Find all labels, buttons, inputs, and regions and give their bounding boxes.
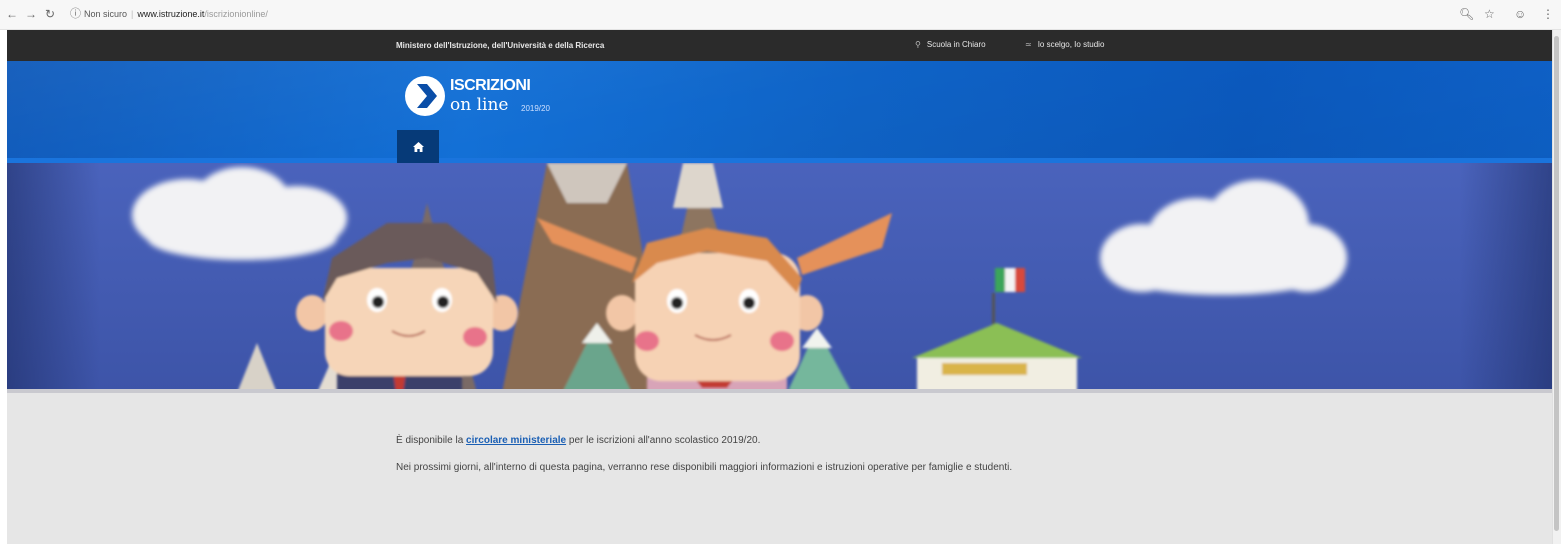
home-button[interactable] [397,130,439,163]
logo-arrow-icon[interactable] [405,76,445,116]
map-pin-icon: ⚲ [915,40,921,49]
profile-icon[interactable]: ☺ [1514,7,1526,21]
scuola-in-chiaro-link[interactable]: ⚲ Scuola in Chiaro [915,39,986,51]
header-texture [7,61,1552,163]
site-header [7,61,1552,163]
ministry-bar: Ministero dell'Istruzione, dell'Universi… [7,30,1552,61]
forward-arrow-icon[interactable]: → [25,7,37,21]
star-icon[interactable]: ☆ [1484,7,1495,21]
io-scelgo-label: Io scelgo, Io studio [1037,40,1105,49]
io-scelgo-link[interactable]: ≃ Io scelgo, Io studio [1025,39,1104,51]
hero-illustration [7,163,1552,393]
announcement-text-start: È disponibile la [396,435,464,446]
info-paragraph: Nei prossimi giorni, all'interno di ques… [396,462,1013,473]
security-label: Non sicuro [84,9,128,19]
page: Ministero dell'Istruzione, dell'Universi… [7,30,1552,544]
address-bar[interactable]: Non sicuro | www.istruzione.it/iscrizionio… [84,8,268,20]
scrollbar-thumb[interactable] [1554,36,1559,531]
scuola-in-chiaro-label: Scuola in Chiaro [926,40,986,49]
logo-year: 2019/20 [521,104,550,113]
chevron-right-icon [417,84,437,108]
ministry-name[interactable]: Ministero dell'Istruzione, dell'Universi… [396,41,604,50]
reload-icon[interactable]: ↻ [45,7,55,21]
announcement-text-end: per le iscrizioni all'anno scolastico 20… [568,435,761,446]
browser-toolbar: ← → ↻ ⓘ Non sicuro | www.istruzione.it/isc… [0,0,1561,30]
logo-subtitle[interactable]: on line [450,95,508,115]
circolare-link[interactable]: circolare ministeriale [466,435,566,446]
announcement-paragraph: È disponibile la circolare ministeriale … [396,434,1116,447]
home-icon [412,141,424,152]
back-arrow-icon[interactable]: ← [6,7,18,21]
kebab-menu-icon[interactable]: ⋮ [1542,7,1554,21]
hero-banner [7,163,1552,393]
zoom-icon[interactable]: 🔍︎ [1459,7,1474,21]
signature-icon: ≃ [1025,40,1032,49]
info-icon[interactable]: ⓘ [70,7,81,21]
logo-title[interactable]: ISCRIZIONI [450,77,531,95]
url-path: /iscrizionionline/ [204,9,268,19]
url-domain: www.istruzione.it [137,9,205,19]
main-content: È disponibile la circolare ministeriale … [396,434,1116,488]
